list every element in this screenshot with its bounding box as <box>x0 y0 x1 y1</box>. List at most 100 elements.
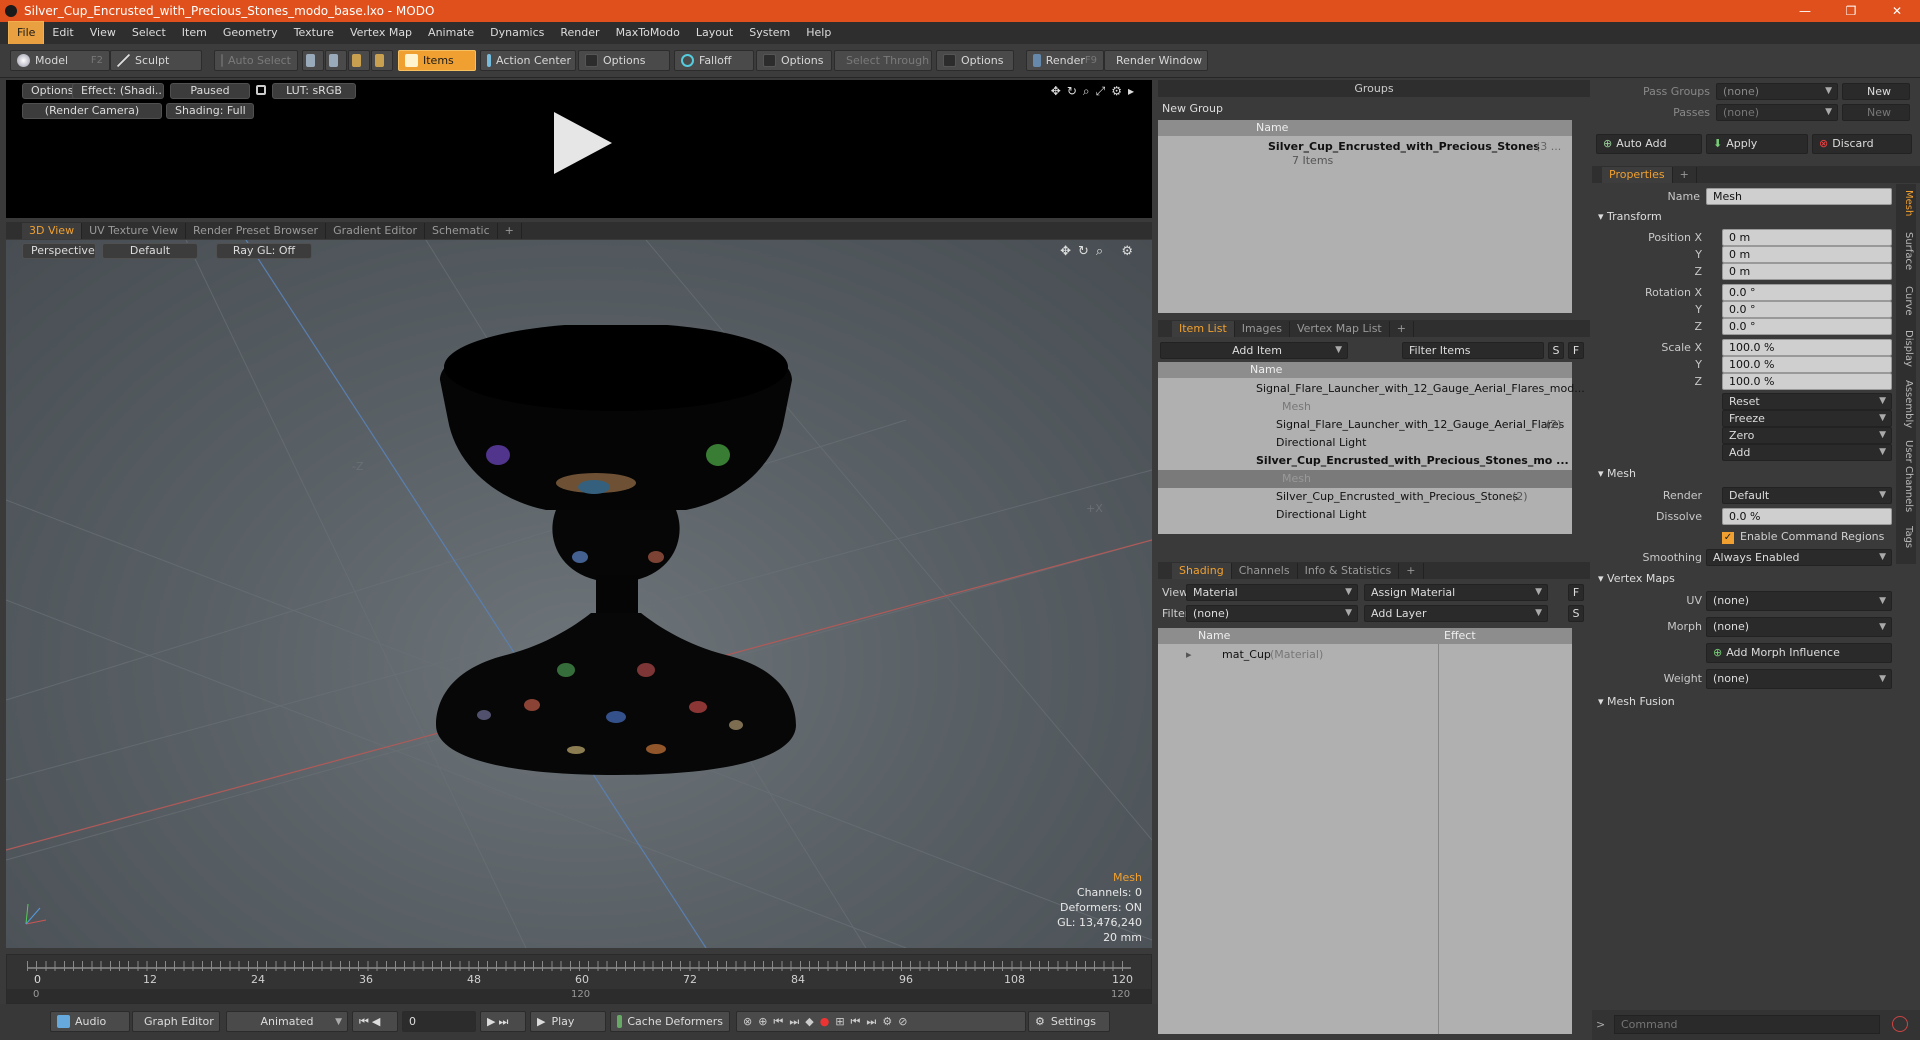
new-pass-group-button[interactable]: New <box>1842 83 1910 100</box>
list-item-selected[interactable]: Mesh <box>1158 470 1572 488</box>
side-tab-tags[interactable]: Tags <box>1898 526 1914 548</box>
mesh-fusion-section[interactable]: ▾ Mesh Fusion <box>1598 693 1675 711</box>
menu-file[interactable]: File <box>8 21 45 45</box>
freeze-dropdown[interactable]: Freeze ▼ <box>1722 410 1892 427</box>
transform-section[interactable]: ▾ Transform <box>1598 208 1662 226</box>
list-item[interactable]: Mesh <box>1158 398 1572 416</box>
dissolve-input[interactable]: 0.0 % <box>1722 508 1892 525</box>
tab-vertex-map-list[interactable]: Vertex Map List <box>1290 321 1390 337</box>
list-item[interactable]: Directional Light <box>1158 506 1572 524</box>
tab-3d-view[interactable]: 3D View <box>22 223 83 239</box>
filter-dropdown[interactable]: (none) ▼ <box>1186 605 1358 622</box>
position-x-input[interactable]: 0 m <box>1722 229 1892 246</box>
graph-editor-button[interactable]: Graph Editor <box>132 1011 220 1032</box>
menu-vertex-map[interactable]: Vertex Map <box>342 22 420 44</box>
add-tab-button[interactable]: + <box>1673 167 1697 183</box>
render-camera-dropdown[interactable]: (Render Camera) <box>22 103 162 119</box>
s-button[interactable]: S <box>1568 605 1584 622</box>
edges-mode-button[interactable] <box>325 50 347 71</box>
raygl-dropdown[interactable]: Ray GL: Off <box>216 243 312 259</box>
side-tab-mesh[interactable]: Mesh <box>1898 190 1914 216</box>
timeline-range[interactable]: 0 120 120 <box>7 989 1151 1003</box>
tab-uv-texture-view[interactable]: UV Texture View <box>82 223 187 239</box>
scale-z-input[interactable]: 100.0 % <box>1722 373 1892 390</box>
side-tab-user-channels[interactable]: User Channels <box>1898 440 1914 512</box>
rotation-y-input[interactable]: 0.0 ° <box>1722 301 1892 318</box>
menu-edit[interactable]: Edit <box>44 22 81 44</box>
tab-shading[interactable]: Shading <box>1172 563 1232 579</box>
tab-render-preset-browser[interactable]: Render Preset Browser <box>186 223 327 239</box>
falloff-button[interactable]: Falloff <box>674 50 754 71</box>
maximize-button[interactable]: ❐ <box>1828 0 1874 22</box>
render-dropdown[interactable]: Default ▼ <box>1722 487 1892 504</box>
paused-button[interactable]: Paused <box>170 83 250 99</box>
reset-dropdown[interactable]: Reset ▼ <box>1722 393 1892 410</box>
tab-channels[interactable]: Channels <box>1232 563 1298 579</box>
position-z-input[interactable]: 0 m <box>1722 263 1892 280</box>
discard-button[interactable]: ⊗ Discard <box>1812 134 1912 154</box>
tab-info-statistics[interactable]: Info & Statistics <box>1298 563 1400 579</box>
rotation-z-input[interactable]: 0.0 ° <box>1722 318 1892 335</box>
apply-button[interactable]: ⬇ Apply <box>1706 134 1808 154</box>
add-morph-influence-button[interactable]: ⊕ Add Morph Influence <box>1706 643 1892 663</box>
auto-select-button[interactable]: Auto Select <box>214 50 298 71</box>
record-tools[interactable]: ⊗⊕⏮⏭◆ ● ⊞⏮⏭⚙⊘ <box>736 1011 1026 1032</box>
auto-add-button[interactable]: ⊕ Auto Add <box>1596 134 1702 154</box>
audio-button[interactable]: Audio <box>50 1011 130 1032</box>
new-pass-button[interactable]: New <box>1842 104 1910 121</box>
expand-arrow-icon[interactable]: ▸ <box>1186 646 1192 664</box>
menu-select[interactable]: Select <box>124 22 174 44</box>
prev-key-buttons[interactable]: ⏮◀ <box>352 1011 398 1032</box>
shading-dropdown[interactable]: Shading: Full <box>166 103 254 119</box>
scale-y-input[interactable]: 100.0 % <box>1722 356 1892 373</box>
lock-icon[interactable] <box>256 85 266 95</box>
play-icon[interactable] <box>546 108 616 178</box>
menu-maxtomodo[interactable]: MaxToModo <box>608 22 688 44</box>
next-key-buttons[interactable]: ▶⏭ <box>480 1011 526 1032</box>
scale-x-input[interactable]: 100.0 % <box>1722 339 1892 356</box>
menu-geometry[interactable]: Geometry <box>215 22 286 44</box>
vertices-mode-button[interactable] <box>302 50 324 71</box>
materials-mode-button[interactable] <box>371 50 393 71</box>
weight-dropdown[interactable]: (none) ▼ <box>1706 669 1892 689</box>
menu-view[interactable]: View <box>82 22 124 44</box>
side-tab-curve[interactable]: Curve <box>1898 286 1914 316</box>
frame-field[interactable]: 0 <box>402 1011 476 1032</box>
menu-texture[interactable]: Texture <box>286 22 342 44</box>
mesh-section[interactable]: ▾ Mesh <box>1598 465 1636 483</box>
menu-render[interactable]: Render <box>552 22 607 44</box>
perspective-dropdown[interactable]: Perspective <box>22 243 96 259</box>
shader-tree[interactable]: Name Effect ▸ mat_Cup (Material) <box>1158 628 1572 1034</box>
rotation-x-input[interactable]: 0.0 ° <box>1722 284 1892 301</box>
preview-nav-icons[interactable]: ✥↻⌕⤢⚙▸ <box>1051 84 1140 99</box>
side-tab-assembly[interactable]: Assembly <box>1898 380 1914 428</box>
action-center-button[interactable]: Action Center <box>480 50 576 71</box>
effect-dropdown[interactable]: Effect: (Shadi... <box>72 83 164 99</box>
add-layer-dropdown[interactable]: Add Layer ▼ <box>1364 605 1548 622</box>
tab-schematic[interactable]: Schematic <box>425 223 498 239</box>
material-row[interactable]: ▸ mat_Cup (Material) <box>1158 646 1572 664</box>
name-input[interactable]: Mesh <box>1706 188 1892 205</box>
tab-gradient-editor[interactable]: Gradient Editor <box>326 223 425 239</box>
cache-deformers-button[interactable]: Cache Deformers <box>610 1011 730 1032</box>
s-button[interactable]: S <box>1548 342 1564 359</box>
polygons-mode-button[interactable] <box>348 50 370 71</box>
command-input[interactable] <box>1614 1015 1880 1034</box>
f-button[interactable]: F <box>1568 584 1584 601</box>
viewport-nav-icons[interactable]: ✥↻⌕ ⚙ <box>1060 244 1140 259</box>
list-item[interactable]: Silver_Cup_Encrusted_with_Precious_Stone… <box>1158 452 1572 470</box>
position-y-input[interactable]: 0 m <box>1722 246 1892 263</box>
enable-command-regions-checkbox[interactable]: ✓ Enable Command Regions <box>1722 528 1892 546</box>
tab-images[interactable]: Images <box>1235 321 1290 337</box>
sculpt-mode-button[interactable]: Sculpt <box>110 50 202 71</box>
vertex-maps-section[interactable]: ▾ Vertex Maps <box>1598 570 1675 588</box>
add-tab-button[interactable]: + <box>498 223 522 239</box>
close-button[interactable]: ✕ <box>1874 0 1920 22</box>
model-mode-button[interactable]: Model F2 <box>10 50 110 71</box>
render-window-button[interactable]: Render Window <box>1104 50 1208 71</box>
minimize-button[interactable]: — <box>1782 0 1828 22</box>
default-style-dropdown[interactable]: Default <box>102 243 198 259</box>
3d-viewport[interactable]: Perspective Default Ray GL: Off ✥↻⌕ ⚙ -Z… <box>6 240 1152 948</box>
timeline[interactable]: 0 12 24 36 48 60 72 84 96 108 120 0 120 … <box>6 954 1152 1004</box>
zero-dropdown[interactable]: Zero ▼ <box>1722 427 1892 444</box>
